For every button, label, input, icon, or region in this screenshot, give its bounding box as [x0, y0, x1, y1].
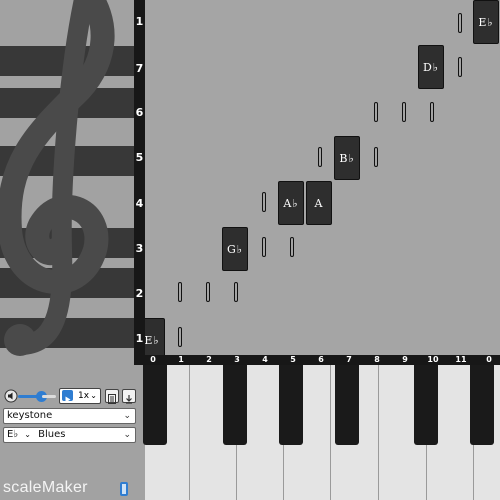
col-label: 7: [346, 355, 352, 364]
treble-clef-icon: [0, 0, 115, 356]
pitch-marker[interactable]: [458, 57, 462, 77]
piano-black-key[interactable]: [143, 365, 167, 445]
row-label: 1: [135, 15, 144, 28]
scale-value[interactable]: Blues: [38, 429, 65, 440]
col-label: 8: [374, 355, 380, 364]
col-label: 0: [150, 355, 156, 364]
speed-select[interactable]: 1x ⌄: [59, 388, 101, 404]
grid-axis-left: [134, 0, 145, 362]
download-button[interactable]: [122, 389, 136, 404]
piano-black-key[interactable]: [335, 365, 359, 445]
chevron-down-icon: ⌄: [123, 430, 131, 440]
pitch-marker[interactable]: [178, 282, 182, 302]
pitch-marker[interactable]: [234, 282, 238, 302]
row-label: 3: [135, 242, 144, 255]
scale-grid[interactable]: [145, 0, 500, 355]
play-icon: [65, 396, 71, 403]
volume-slider-rest: [42, 395, 56, 398]
col-label: 0: [486, 355, 492, 364]
download-icon: [126, 395, 132, 404]
speed-value: 1x: [78, 391, 90, 401]
row-label: 6: [135, 106, 144, 119]
piano-black-key[interactable]: [470, 365, 494, 445]
piano-black-key[interactable]: [414, 365, 438, 445]
pitch-marker[interactable]: [402, 102, 406, 122]
note-bb[interactable]: B♭: [334, 136, 360, 180]
chevron-down-icon: ⌄: [123, 411, 131, 421]
piano-black-key[interactable]: [279, 365, 303, 445]
speaker-icon[interactable]: [4, 389, 18, 403]
col-label: 4: [262, 355, 268, 364]
pitch-marker[interactable]: [318, 147, 322, 167]
play-button[interactable]: [62, 390, 73, 403]
pitch-marker[interactable]: [206, 282, 210, 302]
row-label: 7: [135, 62, 144, 75]
col-label: 5: [290, 355, 296, 364]
col-label: 1: [178, 355, 184, 364]
col-label: 3: [234, 355, 240, 364]
pitch-marker[interactable]: [374, 102, 378, 122]
note-db[interactable]: D♭: [418, 45, 444, 89]
note-a[interactable]: A: [306, 181, 332, 225]
app-logo-icon[interactable]: [117, 481, 131, 497]
pitch-marker[interactable]: [178, 327, 182, 347]
row-label: 5: [135, 151, 144, 164]
row-label: 4: [135, 197, 144, 210]
col-label: 6: [318, 355, 324, 364]
app-title: scaleMaker: [3, 479, 88, 496]
chevron-down-icon: ⌄: [24, 430, 31, 439]
piano-keyboard: [143, 365, 500, 500]
key-value[interactable]: E♭: [7, 429, 18, 440]
note-eb-high[interactable]: E♭: [473, 0, 499, 44]
key-scale-select[interactable]: E♭ ⌄ Blues ⌄: [3, 427, 136, 443]
piano-black-key[interactable]: [223, 365, 247, 445]
pitch-marker[interactable]: [262, 237, 266, 257]
col-label: 10: [427, 355, 439, 364]
pitch-marker[interactable]: [262, 192, 266, 212]
document-icon: [108, 394, 116, 404]
row-label: 1: [135, 332, 144, 345]
note-ab[interactable]: A♭: [278, 181, 304, 225]
chevron-down-icon: ⌄: [90, 391, 97, 400]
col-label: 9: [402, 355, 408, 364]
pitch-marker[interactable]: [458, 13, 462, 33]
row-label: 2: [135, 287, 144, 300]
pitch-marker[interactable]: [290, 237, 294, 257]
col-label: 11: [455, 355, 467, 364]
pitch-marker[interactable]: [374, 147, 378, 167]
preset-select[interactable]: keystone ⌄: [3, 408, 136, 424]
notes-button[interactable]: [105, 389, 119, 404]
pitch-marker[interactable]: [430, 102, 434, 122]
preset-value: keystone: [7, 410, 53, 421]
col-label: 2: [206, 355, 212, 364]
note-gb[interactable]: G♭: [222, 227, 248, 271]
